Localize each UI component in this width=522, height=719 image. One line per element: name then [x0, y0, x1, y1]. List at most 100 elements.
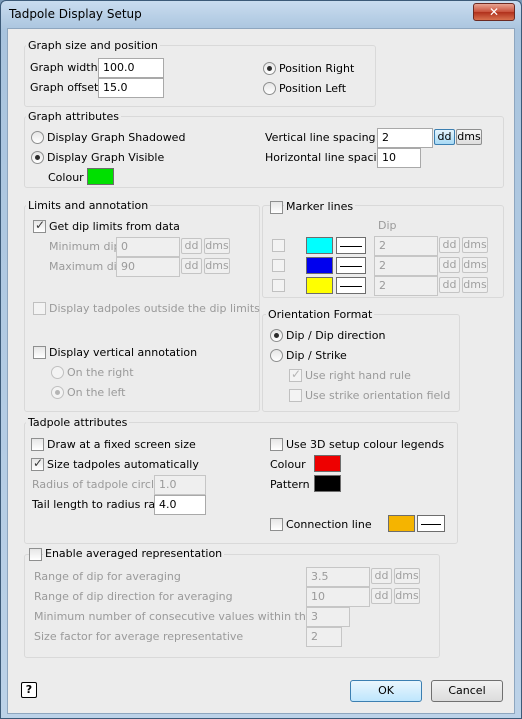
- close-button[interactable]: ✕: [473, 3, 515, 21]
- title-bar[interactable]: Tadpole Display Setup ✕: [1, 1, 521, 29]
- averaged-title[interactable]: Enable averaged representation: [43, 547, 225, 560]
- on-right-label[interactable]: On the right: [67, 366, 134, 379]
- graph-colour-label: Colour: [48, 171, 84, 184]
- range-dir-dd-button[interactable]: dd: [371, 588, 392, 604]
- position-left-label[interactable]: Position Left: [279, 82, 346, 95]
- marker-row-3-checkbox[interactable]: [272, 279, 285, 292]
- ok-button[interactable]: OK: [350, 680, 422, 702]
- graph-shadowed-label[interactable]: Display Graph Shadowed: [47, 131, 185, 144]
- dip-strike-radio[interactable]: [270, 349, 283, 362]
- window-title: Tadpole Display Setup: [9, 7, 142, 21]
- on-right-radio[interactable]: [51, 366, 64, 379]
- size-auto-checkbox[interactable]: [31, 456, 44, 471]
- size-auto-label[interactable]: Size tadpoles automatically: [47, 458, 199, 471]
- range-dir-input[interactable]: 10: [306, 587, 370, 607]
- marker-row-1-input[interactable]: 2: [374, 236, 438, 256]
- display-outside-checkbox[interactable]: [33, 302, 46, 315]
- display-vertical-checkbox[interactable]: [33, 346, 46, 359]
- max-dip-dms-button[interactable]: dms: [204, 258, 230, 274]
- strike-field-checkbox[interactable]: [289, 389, 302, 402]
- marker-row-2-line-style[interactable]: [336, 257, 366, 274]
- group-tadpole-attributes-title: Tadpole attributes: [26, 416, 130, 429]
- averaged-checkbox[interactable]: [29, 548, 42, 561]
- right-hand-rule-checkbox[interactable]: [289, 367, 302, 382]
- fixed-size-checkbox[interactable]: [31, 438, 44, 451]
- connection-line-style[interactable]: [417, 515, 445, 532]
- get-dip-limits-checkbox[interactable]: [33, 218, 46, 233]
- help-icon[interactable]: ?: [21, 682, 37, 698]
- connection-line-label[interactable]: Connection line: [286, 518, 372, 531]
- marker-lines-checkbox[interactable]: [270, 201, 283, 214]
- marker-row-2-dd-button[interactable]: dd: [439, 257, 460, 273]
- graph-visible-label[interactable]: Display Graph Visible: [47, 151, 164, 164]
- range-dir-dms-button[interactable]: dms: [394, 588, 420, 604]
- range-dip-input[interactable]: 3.5: [306, 567, 370, 587]
- right-hand-rule-label[interactable]: Use right hand rule: [305, 369, 411, 382]
- use-3d-legends-checkbox[interactable]: [270, 438, 283, 451]
- range-dip-dms-button[interactable]: dms: [394, 568, 420, 584]
- marker-row-1-dd-button[interactable]: dd: [439, 237, 460, 253]
- marker-row-2-dms-button[interactable]: dms: [462, 257, 488, 273]
- marker-row-2-input[interactable]: 2: [374, 256, 438, 276]
- connection-line-colour-swatch[interactable]: [388, 515, 415, 532]
- on-left-radio[interactable]: [51, 386, 64, 399]
- range-dip-dd-button[interactable]: dd: [371, 568, 392, 584]
- graph-offset-input[interactable]: 15.0: [98, 78, 164, 98]
- position-right-label[interactable]: Position Right: [279, 62, 354, 75]
- marker-row-3-dd-button[interactable]: dd: [439, 277, 460, 293]
- display-vertical-label[interactable]: Display vertical annotation: [49, 346, 197, 359]
- position-left-radio[interactable]: [263, 82, 276, 95]
- vertical-spacing-input[interactable]: 2: [377, 128, 433, 148]
- marker-row-3-colour-swatch[interactable]: [306, 277, 333, 294]
- marker-row-1-line-style[interactable]: [336, 237, 366, 254]
- marker-row-3-input[interactable]: 2: [374, 276, 438, 296]
- marker-row-3-dms-button[interactable]: dms: [462, 277, 488, 293]
- tadpole-colour-swatch[interactable]: [314, 455, 341, 472]
- graph-visible-radio[interactable]: [31, 151, 44, 164]
- horizontal-spacing-label: Horizontal line spacing: [265, 151, 391, 164]
- position-right-radio[interactable]: [263, 62, 276, 75]
- tadpole-pattern-label: Pattern: [270, 478, 310, 491]
- marker-row-1-dms-button[interactable]: dms: [462, 237, 488, 253]
- marker-row-2-colour-swatch[interactable]: [306, 257, 333, 274]
- vertical-spacing-dd-button[interactable]: dd: [434, 129, 455, 145]
- vertical-spacing-dms-button[interactable]: dms: [456, 129, 482, 145]
- group-graph-attributes-title: Graph attributes: [26, 110, 121, 123]
- marker-row-2-checkbox[interactable]: [272, 259, 285, 272]
- max-dip-dd-button[interactable]: dd: [181, 258, 202, 274]
- group-graph-size-title: Graph size and position: [26, 39, 160, 52]
- radius-label: Radius of tadpole circle: [32, 478, 161, 491]
- marker-row-1-colour-swatch[interactable]: [306, 237, 333, 254]
- size-factor-input[interactable]: 2: [306, 627, 342, 647]
- graph-colour-swatch[interactable]: [87, 168, 114, 185]
- min-dip-dd-button[interactable]: dd: [181, 238, 202, 254]
- graph-shadowed-radio[interactable]: [31, 131, 44, 144]
- use-3d-legends-label[interactable]: Use 3D setup colour legends: [286, 438, 444, 451]
- min-dip-input[interactable]: 0: [116, 237, 180, 257]
- fixed-size-label[interactable]: Draw at a fixed screen size: [47, 438, 196, 451]
- graph-width-input[interactable]: 100.0: [98, 58, 164, 78]
- dip-direction-radio[interactable]: [270, 329, 283, 342]
- max-dip-input[interactable]: 90: [116, 257, 180, 277]
- dialog-body: Graph size and position Graph width 100.…: [7, 28, 515, 714]
- marker-row-1-checkbox[interactable]: [272, 239, 285, 252]
- dip-direction-label[interactable]: Dip / Dip direction: [286, 329, 385, 342]
- horizontal-spacing-input[interactable]: 10: [377, 148, 421, 168]
- connection-line-checkbox[interactable]: [270, 518, 283, 531]
- radius-input[interactable]: 1.0: [154, 475, 206, 495]
- marker-row-3-line-style[interactable]: [336, 277, 366, 294]
- min-consecutive-input[interactable]: 3: [306, 607, 350, 627]
- marker-lines-title[interactable]: Marker lines: [284, 200, 356, 213]
- graph-width-label: Graph width: [30, 61, 98, 74]
- get-dip-limits-label[interactable]: Get dip limits from data: [49, 220, 180, 233]
- on-left-label[interactable]: On the left: [67, 386, 126, 399]
- tail-ratio-input[interactable]: 4.0: [154, 495, 206, 515]
- dip-strike-label[interactable]: Dip / Strike: [286, 349, 347, 362]
- cancel-button[interactable]: Cancel: [431, 680, 503, 702]
- strike-field-label[interactable]: Use strike orientation field: [305, 389, 450, 402]
- tadpole-pattern-swatch[interactable]: [314, 475, 341, 492]
- min-dip-dms-button[interactable]: dms: [204, 238, 230, 254]
- display-outside-label[interactable]: Display tadpoles outside the dip limits: [49, 302, 260, 315]
- tail-ratio-label: Tail length to radius ratio: [32, 498, 170, 511]
- tadpole-colour-label: Colour: [270, 458, 306, 471]
